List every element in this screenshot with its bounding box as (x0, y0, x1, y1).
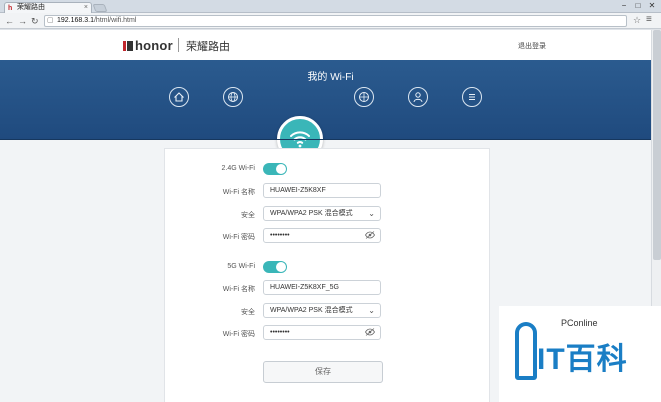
wifi5-name-value: HUAWEI-Z5K8XF_5G (270, 284, 339, 291)
scrollbar-thumb[interactable] (653, 30, 661, 260)
wifi24-toggle-label: 2.4G Wi-Fi (221, 165, 255, 172)
wifi24-password-label: Wi-Fi 密码 (222, 234, 255, 241)
menu-icon[interactable] (462, 87, 482, 107)
wifi24-name-value: HUAWEI-Z5K8XF (270, 187, 326, 194)
chevron-down-icon: ⌄ (368, 306, 375, 315)
page-icon: ▢ (47, 17, 54, 24)
wifi24-security-label: 安全 (241, 212, 255, 219)
url-input[interactable]: ▢ 192.168.3.1/html/wifi.html (44, 15, 627, 27)
wifi24-security-select[interactable]: WPA/WPA2 PSK 混合模式 ⌄ (263, 206, 381, 221)
pconline-logo-icon (515, 322, 537, 380)
forward-arrow-icon[interactable]: → (18, 15, 27, 27)
wifi5-password-input[interactable]: •••••••• (263, 325, 381, 340)
show-password-eye-icon[interactable] (365, 328, 375, 336)
honor-mark-icon (123, 41, 133, 51)
bookmark-star-icon[interactable]: ☆ (633, 15, 641, 26)
save-button[interactable]: 保存 (263, 361, 383, 383)
url-host: 192.168.3.1 (57, 17, 94, 24)
tab-close-icon[interactable]: × (84, 3, 88, 13)
maximize-button[interactable]: □ (631, 0, 645, 11)
wifi5-security-select[interactable]: WPA/WPA2 PSK 混合模式 ⌄ (263, 303, 381, 318)
wifi24-password-value: •••••••• (270, 232, 290, 239)
url-path: /html/wifi.html (93, 17, 137, 24)
browser-menu-icon[interactable]: ≡ (646, 14, 652, 25)
wifi24-name-label: Wi-Fi 名称 (222, 189, 255, 196)
wifi24-password-input[interactable]: •••••••• (263, 228, 381, 243)
toggle-knob (276, 262, 286, 272)
watermark-title: IT百科 (537, 343, 628, 376)
chevron-down-icon: ⌄ (368, 209, 375, 218)
logo-divider (178, 38, 179, 52)
wifi-banner: 我的 Wi-Fi (0, 60, 661, 162)
wifi5-password-label: Wi-Fi 密码 (222, 331, 255, 338)
browser-tab-strip: h 荣耀路由 × − □ ✕ (0, 0, 661, 14)
address-bar: ← → ↻ ▢ 192.168.3.1/html/wifi.html ☆ ≡ (0, 13, 661, 29)
wifi24-name-input[interactable]: HUAWEI-Z5K8XF (263, 183, 381, 198)
new-tab-button[interactable] (92, 4, 108, 12)
toggle-knob (276, 164, 286, 174)
wifi24-security-value: WPA/WPA2 PSK 混合模式 (270, 210, 353, 217)
reload-icon[interactable]: ↻ (31, 15, 39, 27)
logo-text: honor (135, 38, 173, 53)
wifi5-toggle-label: 5G Wi-Fi (227, 263, 255, 270)
product-name: 荣耀路由 (186, 41, 230, 53)
wifi5-name-label: Wi-Fi 名称 (222, 286, 255, 293)
back-arrow-icon[interactable]: ← (5, 15, 14, 27)
page-header: honor 荣耀路由 退出登录 (0, 30, 661, 60)
logout-link[interactable]: 退出登录 (518, 41, 546, 51)
wifi24-toggle[interactable] (263, 163, 287, 175)
page-title: 我的 Wi-Fi (307, 72, 354, 83)
user-icon[interactable] (408, 87, 428, 107)
wifi5-password-value: •••••••• (270, 329, 290, 336)
home-icon[interactable] (169, 87, 189, 107)
show-password-eye-icon[interactable] (365, 231, 375, 239)
devices-globe-icon[interactable] (354, 87, 374, 107)
wifi5-security-value: WPA/WPA2 PSK 混合模式 (270, 307, 353, 314)
tab-title: 荣耀路由 (17, 4, 45, 11)
pconline-watermark: PConline IT百科 (499, 306, 661, 402)
window-close-button[interactable]: ✕ (645, 0, 659, 11)
wifi5-security-label: 安全 (241, 309, 255, 316)
watermark-brand: PConline (561, 318, 598, 328)
honor-logo: honor (123, 38, 173, 53)
wifi5-toggle[interactable] (263, 261, 287, 273)
minimize-button[interactable]: − (617, 0, 631, 11)
globe-icon[interactable] (223, 87, 243, 107)
wifi5-name-input[interactable]: HUAWEI-Z5K8XF_5G (263, 280, 381, 295)
